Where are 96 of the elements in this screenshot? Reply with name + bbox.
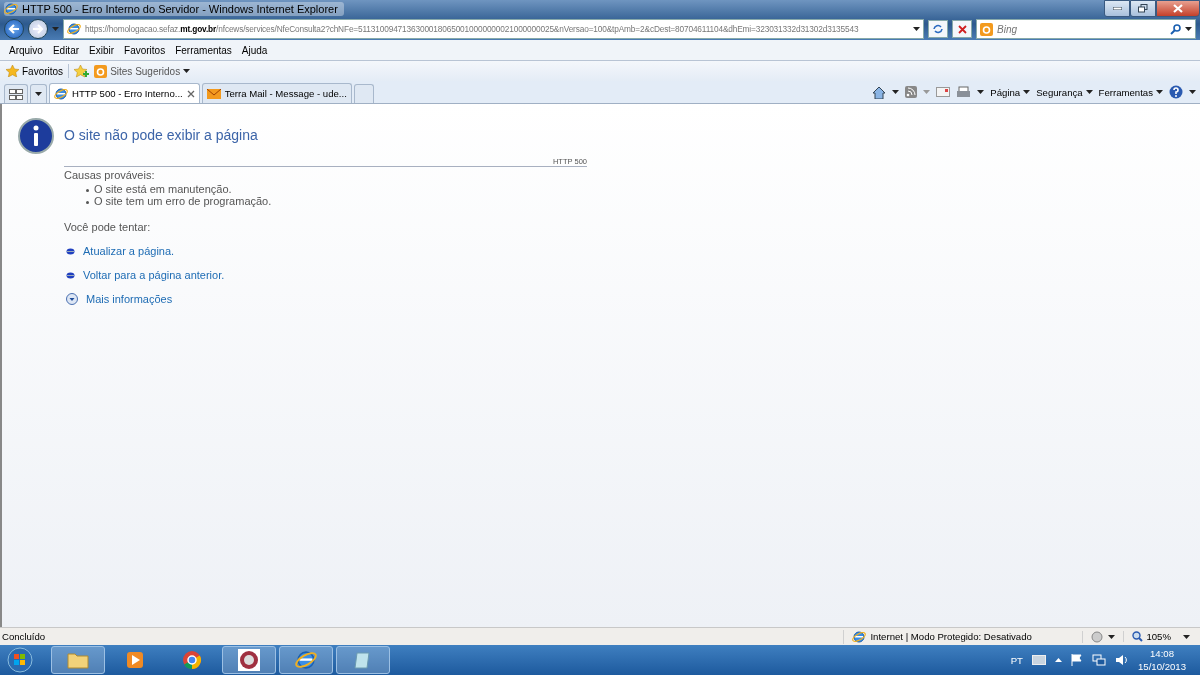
- refresh-button[interactable]: [928, 20, 948, 38]
- causes-heading: Causas prováveis:: [64, 169, 156, 181]
- browser-tab[interactable]: HTTP 500 - Erro Interno...: [49, 83, 200, 103]
- caret-icon: [35, 92, 42, 96]
- caret-icon: [913, 27, 920, 31]
- magnifier-icon: [1132, 631, 1144, 642]
- info-icon: [18, 118, 54, 154]
- ring-icon: [94, 64, 108, 78]
- address-field[interactable]: https://homologacao.sefaz.mt.gov.br/nfcews/services/NfeConsulta2?chNFe=51131009471363000180650010000000021000000025&nVersao=100&tpAmb=2&cDest=80704611104&dhEmi=323031332d31302d3135543: [63, 19, 924, 39]
- taskbar-button[interactable]: [279, 646, 333, 674]
- play-icon: [126, 651, 144, 669]
- error-heading: O site não pode exibir a página: [64, 126, 259, 143]
- browser-icon: [54, 86, 68, 101]
- stop-button[interactable]: [952, 20, 972, 38]
- menu-item[interactable]: Favoritos: [119, 44, 171, 56]
- search-field[interactable]: Bing: [976, 19, 1196, 39]
- action-link[interactable]: Mais informações: [86, 293, 173, 305]
- history-dropdown[interactable]: [52, 27, 59, 31]
- status-text: Concluído: [2, 631, 46, 642]
- restore-icon: [1138, 4, 1148, 13]
- minimize-icon: [1112, 7, 1122, 10]
- grid-icon: [9, 88, 23, 100]
- star-icon: [6, 65, 19, 77]
- favorites-button[interactable]: Favoritos: [6, 65, 64, 77]
- envelope-icon: [206, 88, 221, 99]
- browser-tab[interactable]: Terra Mail - Message - ude...: [201, 83, 352, 103]
- caret-icon: [977, 90, 985, 94]
- minimize-button[interactable]: [1104, 0, 1130, 17]
- command-menu-button[interactable]: Página: [990, 86, 1031, 98]
- feed-icon[interactable]: [905, 86, 918, 98]
- language-indicator[interactable]: PT: [1010, 654, 1023, 666]
- up-arrow-icon[interactable]: [1055, 658, 1062, 662]
- notepad-icon: [353, 650, 373, 670]
- security-zone: Internet | Modo Protegido: Desativado: [843, 629, 1083, 644]
- command-menu-button[interactable]: Ferramentas: [1098, 86, 1163, 98]
- back-button[interactable]: [4, 19, 24, 39]
- cause-text: O site tem um erro de programação.: [94, 195, 272, 207]
- taskbar-button[interactable]: [336, 646, 390, 674]
- caret-icon: [1108, 634, 1116, 639]
- search-icon[interactable]: [1170, 23, 1181, 35]
- suggestions-heading: Você pode tentar:: [64, 221, 152, 233]
- tab-list-button[interactable]: [30, 84, 47, 103]
- menu-item[interactable]: Ajuda: [236, 44, 273, 56]
- start-button[interactable]: [4, 646, 36, 674]
- page-icon: [67, 22, 81, 36]
- printer-icon[interactable]: [956, 85, 972, 99]
- globe-icon: [295, 649, 317, 671]
- help-icon[interactable]: [1169, 85, 1183, 99]
- caret-icon: [1185, 27, 1192, 31]
- clock[interactable]: 14:08 15/10/2013: [1138, 647, 1186, 673]
- back-arrow-icon: [8, 24, 20, 34]
- close-icon[interactable]: [186, 89, 195, 98]
- menu-item[interactable]: Arquivo: [4, 44, 48, 56]
- menu-item[interactable]: Editar: [47, 44, 85, 56]
- action-link[interactable]: Voltar para a página anterior.: [83, 269, 225, 281]
- suggested-sites-button[interactable]: Sites Sugeridos: [94, 64, 191, 78]
- browser-icon: [4, 2, 18, 16]
- caret-icon: [183, 69, 191, 73]
- restore-button[interactable]: [1130, 0, 1156, 17]
- windows-logo-icon: [7, 647, 33, 673]
- bullet-icon: [66, 247, 75, 255]
- close-icon: [1173, 4, 1183, 13]
- browser-icon: [182, 650, 202, 670]
- caret-icon: [892, 90, 900, 94]
- globe-icon: [852, 629, 867, 644]
- add-favorite-icon[interactable]: [74, 64, 90, 78]
- menu-item[interactable]: Exibir: [84, 44, 120, 56]
- caret-icon: [1183, 634, 1190, 639]
- folder-icon: [67, 651, 89, 669]
- speaker-icon[interactable]: [1115, 654, 1129, 666]
- network-icon[interactable]: [1092, 654, 1106, 666]
- caret-icon: [1023, 90, 1031, 94]
- caret-icon: [1085, 90, 1093, 94]
- flag-icon[interactable]: [1071, 654, 1083, 666]
- forward-arrow-icon: [32, 24, 44, 34]
- action-link[interactable]: Atualizar a página.: [83, 245, 175, 257]
- taskbar-button[interactable]: [222, 646, 276, 674]
- cause-text: O site está em manutenção.: [94, 183, 232, 195]
- expand-icon[interactable]: [66, 293, 78, 305]
- forward-button[interactable]: [28, 19, 48, 39]
- menu-item[interactable]: Ferramentas: [170, 44, 237, 56]
- caret-icon: [52, 27, 59, 31]
- badge-icon: [238, 649, 260, 671]
- quick-tabs-button[interactable]: [4, 84, 28, 103]
- caret-icon: [923, 90, 931, 94]
- caret-icon: [1156, 90, 1163, 94]
- close-button[interactable]: [1156, 0, 1200, 17]
- refresh-icon: [932, 24, 944, 34]
- stop-icon: [957, 24, 967, 34]
- zoom-button[interactable]: 105%: [1123, 631, 1179, 642]
- window-title: HTTP 500 - Erro Interno do Servidor - Windows Internet Explorer: [22, 3, 338, 15]
- bullet-icon: [66, 271, 75, 279]
- mail-icon[interactable]: [936, 87, 951, 97]
- home-icon[interactable]: [872, 85, 887, 99]
- command-menu-button[interactable]: Segurança: [1036, 86, 1093, 98]
- caret-icon: [1189, 90, 1196, 94]
